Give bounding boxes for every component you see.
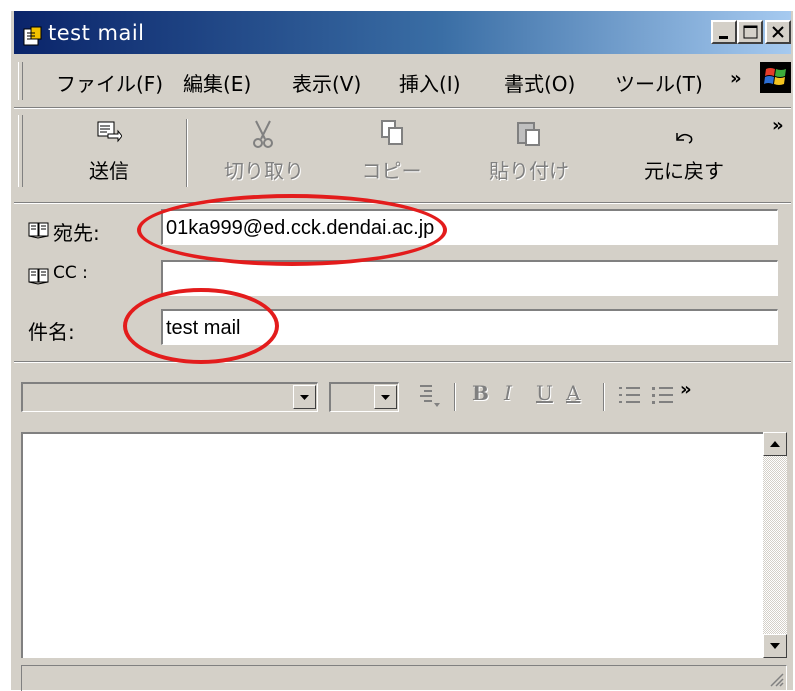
compose-window: test mail ファイル(F) 編集(E) 表示(V) 挿入(I) 書式(O… (10, 10, 793, 691)
window-title: test mail (48, 21, 145, 45)
scroll-up-button[interactable] (763, 432, 787, 456)
format-overflow-chevron-icon[interactable]: » (680, 379, 692, 400)
format-separator-2 (603, 383, 605, 411)
paste-button[interactable]: 貼り付け (474, 109, 584, 195)
windows-logo-icon (760, 62, 791, 93)
close-button[interactable] (765, 20, 791, 44)
menu-overflow-chevron-icon[interactable]: » (730, 68, 742, 89)
format-separator (454, 383, 456, 411)
undo-button[interactable]: 元に戻す (629, 109, 739, 195)
font-name-select[interactable] (21, 382, 318, 412)
paste-label: 貼り付け (489, 159, 569, 183)
numbered-list-icon[interactable] (618, 385, 642, 411)
send-button[interactable]: 送信 (64, 109, 154, 195)
toolbar-overflow-chevron-icon[interactable]: » (772, 115, 784, 136)
copy-button[interactable]: コピー (339, 109, 444, 195)
cc-label: CC : (53, 263, 88, 283)
menu-view[interactable]: 表示(V) (292, 68, 361, 97)
size-dropdown-button[interactable] (374, 385, 397, 409)
to-field[interactable]: 01ka999@ed.cck.dendai.ac.jp (161, 209, 778, 245)
menu-insert[interactable]: 挿入(I) (399, 68, 461, 97)
subject-label: 件名: (28, 320, 75, 344)
cc-address-book-icon[interactable] (28, 267, 50, 285)
menu-format[interactable]: 書式(O) (504, 68, 575, 97)
address-book-icon[interactable] (28, 221, 50, 239)
title-bar[interactable]: test mail (14, 11, 791, 54)
toolbar-separator-line (14, 202, 791, 204)
menu-tools[interactable]: ツール(T) (615, 68, 703, 97)
new-mail-icon (21, 23, 45, 47)
standard-toolbar: 送信 切り取り コピー 貼り付け 元に戻す » (14, 109, 791, 201)
copy-icon (379, 119, 405, 151)
send-icon (96, 119, 123, 149)
paste-icon (516, 119, 542, 151)
resize-grip-icon[interactable] (768, 671, 784, 691)
cc-field[interactable] (161, 260, 778, 296)
to-label: 宛先: (53, 221, 100, 245)
scissors-icon (249, 119, 277, 153)
maximize-button[interactable] (737, 20, 763, 44)
font-dropdown-button[interactable] (293, 385, 316, 409)
format-toolbar: B I U A » (14, 373, 791, 419)
message-body[interactable] (21, 432, 779, 658)
undo-label: 元に戻す (644, 159, 724, 183)
font-color-button[interactable]: A (566, 381, 580, 405)
bullet-list-icon[interactable] (651, 385, 675, 411)
toolbar-grip[interactable] (18, 115, 23, 187)
cut-button[interactable]: 切り取り (209, 109, 319, 195)
menu-file[interactable]: ファイル(F) (56, 68, 163, 97)
toolbar-separator (186, 119, 188, 187)
copy-label: コピー (361, 159, 422, 183)
italic-button[interactable]: I (504, 381, 512, 405)
header-separator (14, 361, 791, 363)
menu-grip[interactable] (18, 62, 23, 100)
menu-edit[interactable]: 編集(E) (183, 68, 251, 97)
cut-label: 切り取り (224, 159, 304, 183)
send-label: 送信 (89, 159, 129, 183)
vertical-scrollbar[interactable] (763, 432, 787, 658)
font-size-select[interactable] (329, 382, 399, 412)
underline-button[interactable]: U (536, 381, 553, 405)
scroll-down-button[interactable] (763, 634, 787, 658)
menu-bar: ファイル(F) 編集(E) 表示(V) 挿入(I) 書式(O) ツール(T) » (14, 56, 791, 108)
bold-button[interactable]: B (472, 381, 489, 405)
undo-icon (671, 129, 695, 151)
paragraph-style-icon[interactable] (418, 383, 442, 413)
status-bar (21, 665, 787, 691)
minimize-button[interactable] (711, 20, 737, 44)
subject-field[interactable]: test mail (161, 309, 778, 345)
